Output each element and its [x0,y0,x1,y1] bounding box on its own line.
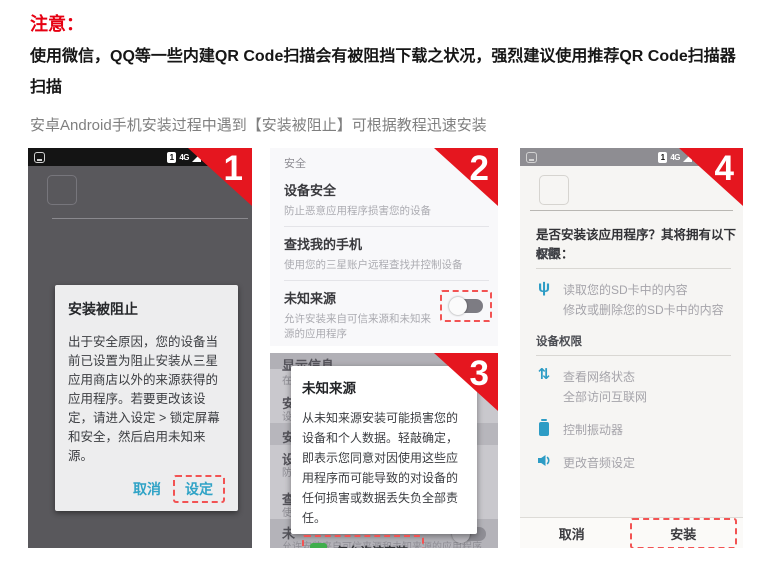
installer-button-bar: 取消 安装 [520,517,743,548]
highlight-box: ✓ 仅允许该安装 [302,535,424,548]
setting-unknown-sources[interactable]: 未知来源 允许安装来自可信来源和未知来源的应用程序 [284,281,489,346]
speaker-icon [536,453,552,473]
tutorial-subtitle: 安卓Android手机安装过程中遇到【安装被阻止】可根据教程迅速安装 [30,114,487,135]
vibrate-icon [536,420,552,440]
highlight-box [440,290,492,322]
permission-vibrate: 控制振动器 [536,420,731,440]
permission-storage: ψ 读取您的SD卡中的内容 修改或删除您的SD卡中的内容 [536,280,731,320]
toggle-thumb [449,297,467,315]
dialog-body: 从未知来源安装可能损害您的设备和个人数据。轻敲确定，即表示您同意对因使用这些应用… [302,408,466,528]
tutorial-page: 注意： 使用微信，QQ等一些内建QR Code扫描会有被阻挡下载之状况，强烈建议… [0,0,767,570]
screenshot-step2: 安全 设备安全 防止恶意应用程序损害您的设备 查找我的手机 使用您的三星账户远程… [270,148,498,346]
dialog-title: 安装被阻止 [68,299,225,319]
sim-badge: 1 [167,152,176,163]
setting-title: 查找我的手机 [284,234,489,253]
permission-line: 更改音频设定 [563,453,635,473]
screenshot-step1: 1 4G 7 安装被阻止 出于安全原因，您的设备当前已设置为阻止安装从三星应用商… [28,148,252,548]
notification-icon [526,152,537,163]
step-number: 1 [224,149,243,189]
network-type-label: 4G [670,153,680,162]
network-arrows-icon: ⇅ [536,367,552,407]
app-icon-placeholder [47,175,77,205]
section-device: 设备权限 [536,333,731,356]
setting-device-security[interactable]: 设备安全 防止恶意应用程序损害您的设备 [284,173,489,227]
setting-find-my-phone[interactable]: 查找我的手机 使用您的三星账户远程查找并控制设备 [284,227,489,281]
section-privacy: 保密 [536,246,731,269]
security-section-title: 安全 [284,155,306,171]
permission-network: ⇅ 查看网络状态 全部访问互联网 [536,367,731,407]
cancel-button[interactable]: 取消 [520,524,624,543]
checkbox-checked-icon[interactable]: ✓ [310,543,327,548]
sim-badge: 1 [658,152,667,163]
settings-list: 设备安全 防止恶意应用程序损害您的设备 查找我的手机 使用您的三星账户远程查找并… [284,173,489,346]
install-button[interactable]: 安装 [630,518,738,549]
setting-subtitle: 使用您的三星账户远程查找并控制设备 [284,257,489,272]
install-blocked-dialog: 安装被阻止 出于安全原因，您的设备当前已设置为阻止安装从三星应用商店以外的来源获… [55,285,238,511]
network-type-label: 4G [179,153,189,162]
step-corner-badge: 1 [188,148,252,206]
permission-line: 读取您的SD卡中的内容 [563,280,724,300]
usb-storage-icon: ψ [536,280,552,320]
dialog-title: 未知来源 [302,377,466,397]
screenshot-step4: 1 4G 7 是否安装该应用程序？其将拥有以下权限： 保密 ψ 读取您的SD卡中… [520,148,743,548]
permission-line: 修改或删除您的SD卡中的内容 [563,300,724,320]
screenshot-step3: 显示信息 在 安 设 安 设 防 查 使 未 允许安装来自可信来源和未知来源的应… [270,353,498,548]
setting-subtitle: 防止恶意应用程序损害您的设备 [284,203,489,218]
permission-line: 控制振动器 [563,420,623,440]
permissions-list: 保密 ψ 读取您的SD卡中的内容 修改或删除您的SD卡中的内容 设备权限 ⇅ 查… [536,246,731,486]
permission-line: 全部访问互联网 [563,387,647,407]
cancel-button[interactable]: 取消 [126,475,168,503]
app-icon-placeholder [539,175,569,205]
allow-once-label: 仅允许该安装 [336,543,408,548]
permission-line: 查看网络状态 [563,367,647,387]
unknown-sources-toggle[interactable] [449,297,483,315]
setting-title: 设备安全 [284,180,489,199]
unknown-sources-dialog: 未知来源 从未知来源安装可能损害您的设备和个人数据。轻敲确定，即表示您同意对因使… [291,366,477,534]
divider [530,210,733,211]
settings-button[interactable]: 设定 [184,479,214,499]
dialog-body: 出于安全原因，您的设备当前已设置为阻止安装从三星应用商店以外的来源获得的应用程序… [68,333,225,466]
warning-line-2: 扫描 [30,72,750,103]
permission-audio: 更改音频设定 [536,453,731,473]
divider [52,218,248,219]
step-number: 4 [715,149,734,189]
warning-line-1: 使用微信，QQ等一些内建QR Code扫描会有被阻挡下载之状况，强烈建议使用推荐… [30,41,750,72]
note-title: 注意： [30,10,84,36]
notification-icon [34,152,45,163]
highlight-box: 设定 [173,475,225,503]
dialog-actions: 取消 设定 [68,475,225,503]
warning-text: 使用微信，QQ等一些内建QR Code扫描会有被阻挡下载之状况，强烈建议使用推荐… [30,41,750,103]
